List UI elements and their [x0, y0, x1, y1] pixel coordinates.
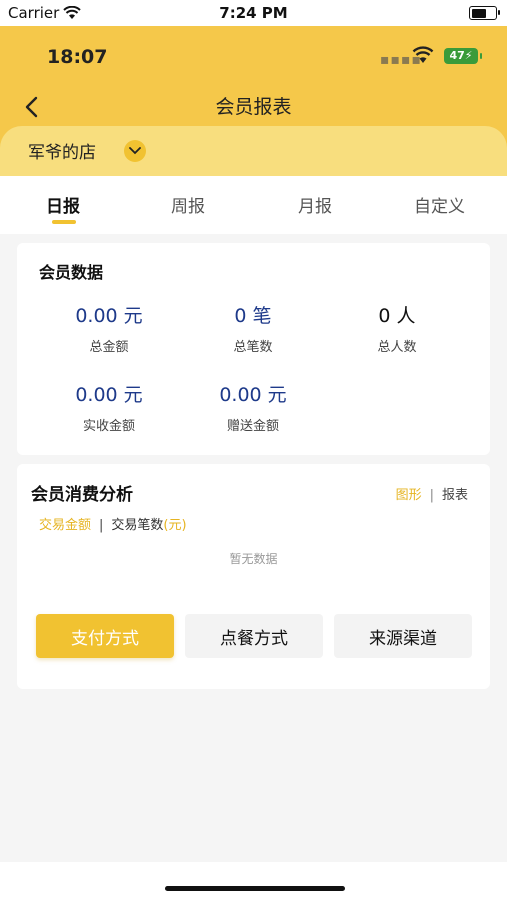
stat-value: 0 人 [378, 305, 416, 327]
system-status-bar: Carrier 7:24 PM [0, 0, 507, 26]
stat-label: 赠送金额 [226, 419, 279, 434]
tab-monthly[interactable]: 月报 [298, 192, 332, 217]
view-toggle: 图形 | 报表 [396, 484, 468, 503]
metric-unit: (元) [163, 518, 187, 533]
battery-icon: 47⚡ [444, 48, 482, 64]
stat-value: 0.00 元 [75, 305, 143, 327]
stat-total-amount: 0.00 元 总金额 [34, 301, 184, 355]
payment-method-button[interactable]: 支付方式 [36, 614, 174, 658]
app-header: 18:07 ▪▪▪▪ 47⚡ 会员报表 军爷的店 [0, 26, 507, 176]
home-indicator[interactable] [165, 886, 345, 891]
view-chart-option[interactable]: 图形 [396, 488, 422, 503]
battery-icon [469, 6, 500, 20]
tab-weekly[interactable]: 周报 [171, 192, 205, 217]
period-tabs: 日报 周报 月报 自定义 [0, 176, 507, 234]
metric-amount-option[interactable]: 交易金额 [39, 518, 91, 533]
stat-value: 0.00 元 [219, 384, 287, 406]
divider: | [99, 518, 104, 533]
stat-total-people: 0 人 总人数 [322, 301, 472, 355]
page-title: 会员报表 [215, 96, 292, 118]
store-name[interactable]: 军爷的店 [28, 138, 96, 163]
empty-state-text: 暂无数据 [229, 552, 278, 566]
consumption-title: 会员消费分析 [31, 485, 133, 505]
home-indicator-area [0, 862, 507, 900]
stat-label: 总金额 [89, 340, 129, 355]
nav-bar: 会员报表 [0, 86, 507, 126]
stat-label: 总笔数 [233, 340, 273, 355]
stat-value: 0.00 元 [75, 384, 143, 406]
active-tab-indicator [52, 220, 76, 224]
view-table-option[interactable]: 报表 [442, 488, 468, 503]
store-selector[interactable]: 军爷的店 [0, 126, 507, 176]
member-data-card: 会员数据 0.00 元 总金额 0 笔 总笔数 0 人 总人数 0.00 元 实… [17, 243, 490, 455]
chevron-down-icon [129, 147, 141, 155]
stat-received-amount: 0.00 元 实收金额 [34, 380, 184, 434]
stat-label: 总人数 [377, 340, 417, 355]
stat-bonus-amount: 0.00 元 赠送金额 [178, 380, 328, 434]
stat-value: 0 笔 [234, 305, 272, 327]
source-channel-button[interactable]: 来源渠道 [334, 614, 472, 658]
consumption-analysis-card: 会员消费分析 图形 | 报表 交易金额 | 交易笔数(元) 暂无数据 支付方式 点餐方式… [17, 464, 490, 689]
store-dropdown-button[interactable] [124, 140, 146, 162]
stat-total-count: 0 笔 总笔数 [178, 301, 328, 355]
system-time: 7:24 PM [219, 4, 288, 22]
order-method-button[interactable]: 点餐方式 [185, 614, 323, 658]
inner-status-bar: 18:07 ▪▪▪▪ 47⚡ [0, 26, 507, 86]
battery-level: 47 [449, 49, 465, 62]
metric-count-option[interactable]: 交易笔数 [111, 518, 163, 533]
tab-daily[interactable]: 日报 [46, 192, 80, 217]
divider: | [429, 488, 434, 503]
stat-label: 实收金额 [82, 419, 135, 434]
tab-custom[interactable]: 自定义 [414, 192, 465, 217]
inner-time: 18:07 [47, 46, 108, 68]
member-data-title: 会员数据 [39, 263, 104, 282]
wifi-icon [412, 46, 434, 63]
metric-toggle: 交易金额 | 交易笔数(元) [39, 514, 187, 533]
